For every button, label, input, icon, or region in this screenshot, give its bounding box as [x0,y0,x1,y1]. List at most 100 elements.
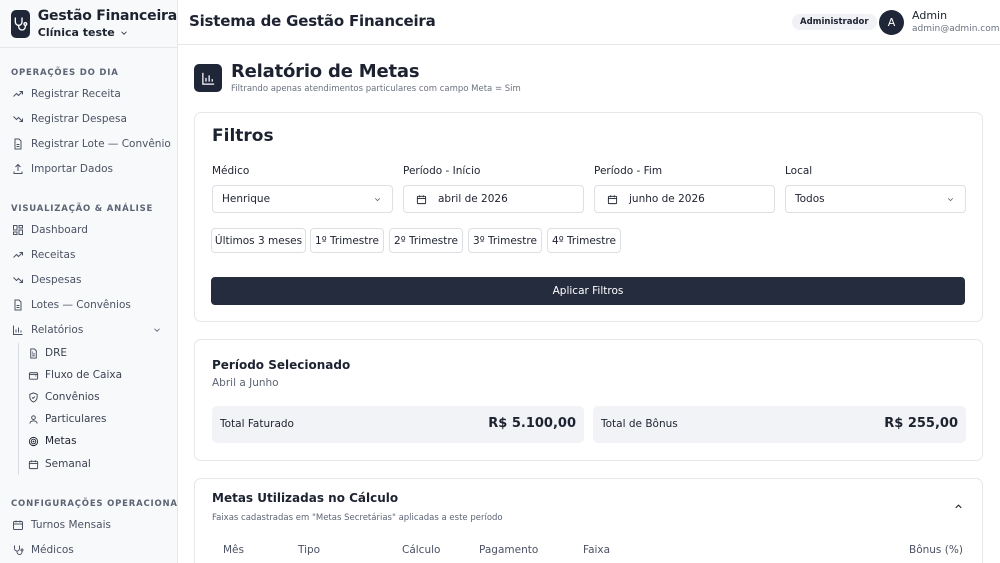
quick-filter-ultimos-3-meses[interactable]: Últimos 3 meses [211,228,306,253]
sidebar-item-receitas[interactable]: Receitas [12,249,75,261]
sidebar-item-label: Registrar Despesa [31,113,127,125]
sidebar-item-label: Turnos Mensais [31,519,111,531]
grid-icon [13,225,23,235]
sidebar-subitem-convenios[interactable]: Convênios [28,391,100,403]
sidebar-item-importar-dados[interactable]: Importar Dados [12,163,113,175]
user-icon [29,414,38,424]
role-badge: Administrador [792,14,877,30]
periodo-range: Abril a Junho [212,377,279,389]
filters-title: Filtros [212,126,274,146]
trend-up-icon [13,91,23,97]
submenu-guide-line [18,343,19,475]
file-icon [14,299,22,311]
top-bar: Sistema de Gestão Financeira Administrad… [178,0,1000,45]
bar-chart-icon [13,325,23,335]
file-text-icon [30,347,37,359]
app-title: Gestão Financeira [37,8,177,24]
trend-up-icon [13,252,23,258]
chevron-down-icon[interactable] [152,325,162,335]
file-icon [14,138,22,150]
stethoscope-logo-icon [11,9,30,38]
sidebar-subitem-label: Particulares [45,413,107,425]
sidebar-item-label: Registrar Receita [31,88,121,100]
metas-subtitle: Faixas cadastradas em "Metas Secretárias… [212,513,503,523]
column-header-pagamento: Pagamento [479,544,539,556]
total-faturado-label: Total Faturado [220,418,294,430]
sidebar-item-registrar-despesa[interactable]: Registrar Despesa [12,113,127,125]
total-bonus-label: Total de Bônus [601,418,678,430]
sidebar: Gestão Financeira Clínica teste OPERAÇÕE… [0,0,178,563]
sidebar-subitem-metas[interactable]: Metas [28,435,77,447]
sidebar-item-registrar-lote[interactable]: Registrar Lote — Convênio [12,138,171,150]
target-icon [28,436,39,446]
sidebar-subitem-label: Convênios [45,391,100,403]
sidebar-item-registrar-receita[interactable]: Registrar Receita [12,88,121,100]
column-header-tipo: Tipo [298,544,321,556]
calendar-icon [416,194,427,204]
clinic-selector[interactable]: Clínica teste [38,26,177,39]
user-email: admin@admin.com [912,24,1000,34]
quick-filter-4-trimestre[interactable]: 4º Trimestre [547,228,621,253]
trend-down-icon [13,116,23,122]
sidebar-item-label: Receitas [31,249,76,261]
wallet-icon [28,371,39,380]
inicio-date-picker[interactable]: abril de 2026 [403,185,584,213]
sidebar-item-label: Médicos [31,544,74,556]
stethoscope-icon [14,545,24,555]
sidebar-item-label: Dashboard [31,224,88,236]
chevron-down-icon [947,198,954,202]
sidebar-subitem-semanal[interactable]: Semanal [28,458,91,470]
shield-icon [29,391,38,403]
quick-filter-2-trimestre[interactable]: 2º Trimestre [389,228,463,253]
medico-select[interactable]: Henrique [212,185,393,213]
column-header-mes: Mês [223,544,244,556]
section-title-visualizacao: VISUALIZAÇÃO & ANÁLISE [11,204,154,214]
total-faturado-box: Total Faturado R$ 5.100,00 [212,406,584,443]
chevron-down-icon [374,198,381,202]
total-bonus-box: Total de Bônus R$ 255,00 [593,406,966,443]
sidebar-subitem-particulares[interactable]: Particulares [28,413,106,425]
column-header-calculo: Cálculo [402,544,441,556]
sidebar-subitem-label: Fluxo de Caixa [45,369,123,381]
sidebar-item-relatorios[interactable]: Relatórios [12,324,83,336]
quick-filter-1-trimestre[interactable]: 1º Trimestre [310,228,384,253]
medico-label: Médico [212,165,250,177]
sidebar-subitem-dre[interactable]: DRE [28,347,67,359]
sidebar-subitem-label: Semanal [45,458,91,470]
column-header-faixa: Faixa [583,544,611,556]
fim-value: junho de 2026 [629,193,705,205]
sidebar-item-turnos-mensais[interactable]: Turnos Mensais [12,519,111,531]
sidebar-item-label: Despesas [31,274,82,286]
sidebar-item-despesas[interactable]: Despesas [12,274,82,286]
sidebar-item-lotes-convenios[interactable]: Lotes — Convênios [12,299,131,311]
apply-filters-button[interactable]: Aplicar Filtros [211,277,965,305]
bar-chart-icon [194,64,222,92]
medico-value: Henrique [222,193,271,205]
inicio-label: Período - Início [403,165,481,177]
fim-label: Período - Fim [594,165,663,177]
user-name: Admin [912,9,948,22]
sidebar-subitem-label: Metas [45,435,77,447]
sidebar-item-label: Registrar Lote — Convênio [31,138,171,150]
metas-title: Metas Utilizadas no Cálculo [212,491,399,505]
calendar-icon [607,194,618,204]
sidebar-item-label: Importar Dados [31,163,114,175]
page-title: Relatório de Metas [231,61,420,82]
chevron-up-icon[interactable] [953,501,964,512]
avatar[interactable]: A [879,10,904,35]
inicio-value: abril de 2026 [438,193,508,205]
quick-filter-3-trimestre[interactable]: 3º Trimestre [468,228,542,253]
fim-date-picker[interactable]: junho de 2026 [594,185,775,213]
sidebar-subitem-label: DRE [45,347,68,359]
local-label: Local [785,165,813,177]
sidebar-item-dashboard[interactable]: Dashboard [12,224,88,236]
local-select[interactable]: Todos [785,185,966,213]
section-title-operacoes: OPERAÇÕES DO DIA [11,68,119,78]
clinic-name: Clínica teste [37,26,115,39]
sidebar-item-medicos[interactable]: Médicos [12,544,74,556]
brand[interactable]: Gestão Financeira Clínica teste [0,0,177,48]
total-faturado-value: R$ 5.100,00 [488,416,576,431]
page-subtitle: Filtrando apenas atendimentos particular… [231,84,521,94]
sidebar-subitem-fluxo-caixa[interactable]: Fluxo de Caixa [28,369,122,381]
local-value: Todos [795,193,825,205]
